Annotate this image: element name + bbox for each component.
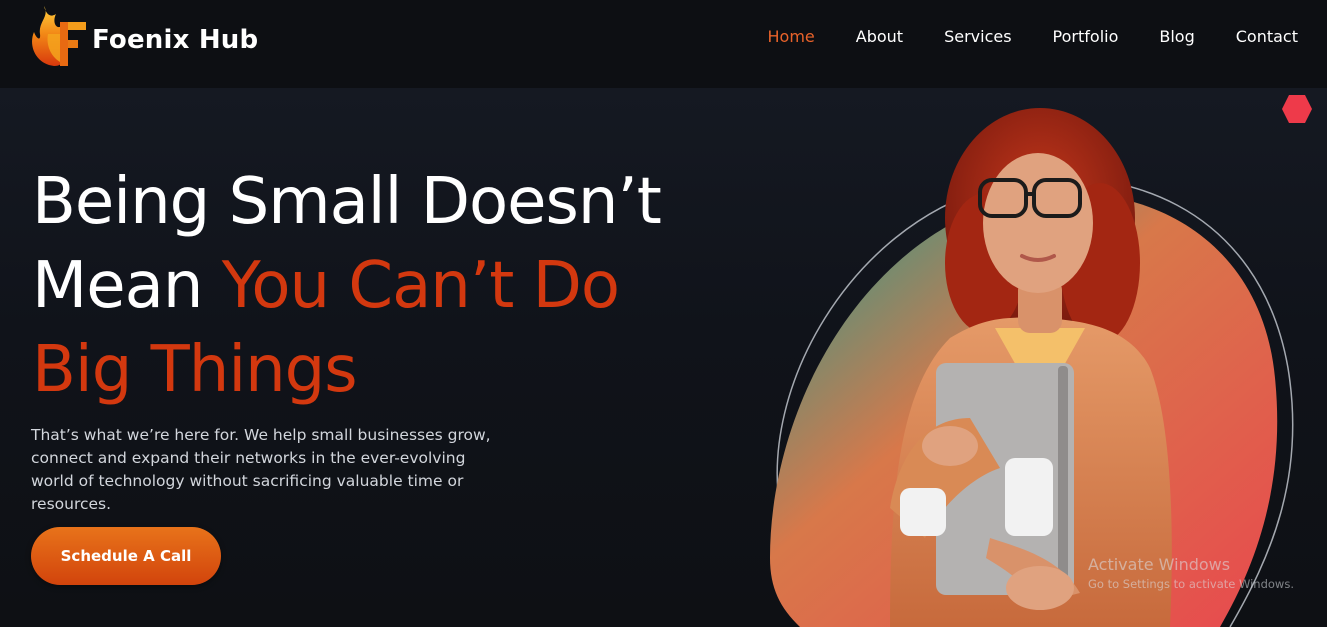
headline-line-1: Being Small Doesn’t [32,165,662,239]
watermark-title: Activate Windows [1088,555,1231,574]
nav-about[interactable]: About [856,27,903,46]
hero-headline: Being Small Doesn’t Mean You Can’t Do Bi… [32,160,662,412]
nav-portfolio[interactable]: Portfolio [1053,27,1119,46]
headline-accent-2: Big Things [32,333,358,407]
flame-logo-icon [32,6,86,66]
schedule-call-button[interactable]: Schedule A Call [31,527,221,585]
brand-name: Foenix Hub [92,25,259,55]
nav-contact[interactable]: Contact [1236,27,1298,46]
headline-line-2: Mean You Can’t Do [32,244,661,328]
main-nav: Home About Services Portfolio Blog Conta… [768,27,1298,46]
headline-accent-1: You Can’t Do [221,249,620,323]
brand-logo-link[interactable]: Foenix Hub [30,4,258,68]
red-hexagon-icon [1282,95,1312,123]
activate-windows-watermark: Activate Windows Go to Settings to activ… [1088,555,1294,592]
nav-services[interactable]: Services [944,27,1011,46]
hero-description: That’s what we’re here for. We help smal… [31,426,491,513]
nav-blog[interactable]: Blog [1159,27,1194,46]
hero-illustration [770,108,1294,627]
nav-home[interactable]: Home [768,27,815,46]
top-navbar: Foenix Hub Home About Services Portfolio… [0,0,1327,88]
watermark-subtitle: Go to Settings to activate Windows. [1088,577,1294,591]
headline-mean: Mean [32,249,203,323]
